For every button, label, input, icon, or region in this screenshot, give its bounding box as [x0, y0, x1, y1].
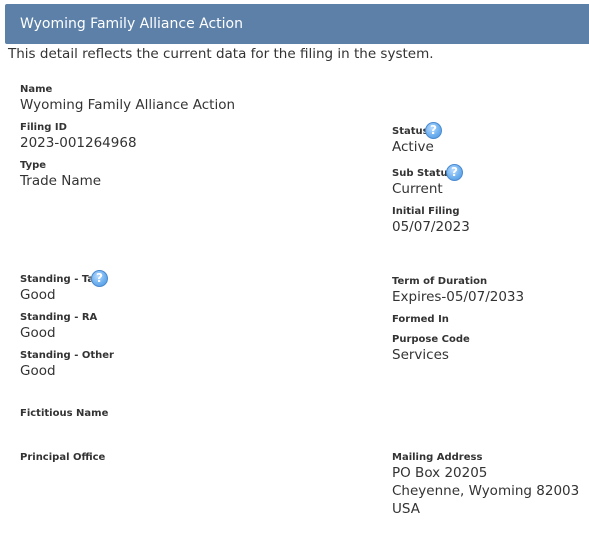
sub-status-help-icon[interactable]: ? [446, 164, 463, 181]
principal-office-label: Principal Office [20, 452, 106, 463]
filing-id-label: Filing ID [20, 122, 67, 133]
standing-tax-label: Standing - Tax [20, 274, 101, 285]
mailing-address-line: PO Box 20205 [392, 465, 488, 481]
status-help-icon[interactable]: ? [425, 122, 442, 139]
type-value: Trade Name [20, 173, 102, 189]
term-of-duration-label: Term of Duration [392, 276, 488, 287]
purpose-code-label: Purpose Code [392, 334, 470, 345]
standing-tax-help-icon[interactable]: ? [91, 270, 108, 287]
standing-ra-value: Good [20, 325, 56, 341]
initial-filing-label: Initial Filing [392, 206, 460, 217]
standing-tax-value: Good [20, 287, 56, 303]
formed-in-label: Formed In [392, 314, 449, 325]
fictitious-name-label: Fictitious Name [20, 408, 109, 419]
status-value: Active [392, 139, 434, 155]
standing-other-value: Good [20, 363, 56, 379]
sub-status-value: Current [392, 181, 443, 197]
filing-header: Wyoming Family Alliance Action [5, 4, 589, 44]
intro-text: This detail reflects the current data fo… [8, 46, 434, 62]
name-label: Name [20, 84, 53, 95]
filing-id-value: 2023-001264968 [20, 135, 137, 151]
mailing-address-label: Mailing Address [392, 452, 483, 463]
standing-ra-label: Standing - RA [20, 312, 98, 323]
type-label: Type [20, 160, 47, 171]
name-value: Wyoming Family Alliance Action [20, 97, 236, 113]
standing-other-label: Standing - Other [20, 350, 114, 361]
purpose-code-value: Services [392, 347, 449, 363]
sub-status-label: Sub Status [392, 168, 454, 179]
term-of-duration-value: Expires-05/07/2033 [392, 289, 525, 305]
mailing-address-line: USA [392, 501, 420, 517]
mailing-address-line: Cheyenne, Wyoming 82003 [392, 483, 580, 499]
filing-title: Wyoming Family Alliance Action [20, 16, 243, 32]
status-label: Status [392, 126, 429, 137]
initial-filing-value: 05/07/2023 [392, 219, 470, 235]
